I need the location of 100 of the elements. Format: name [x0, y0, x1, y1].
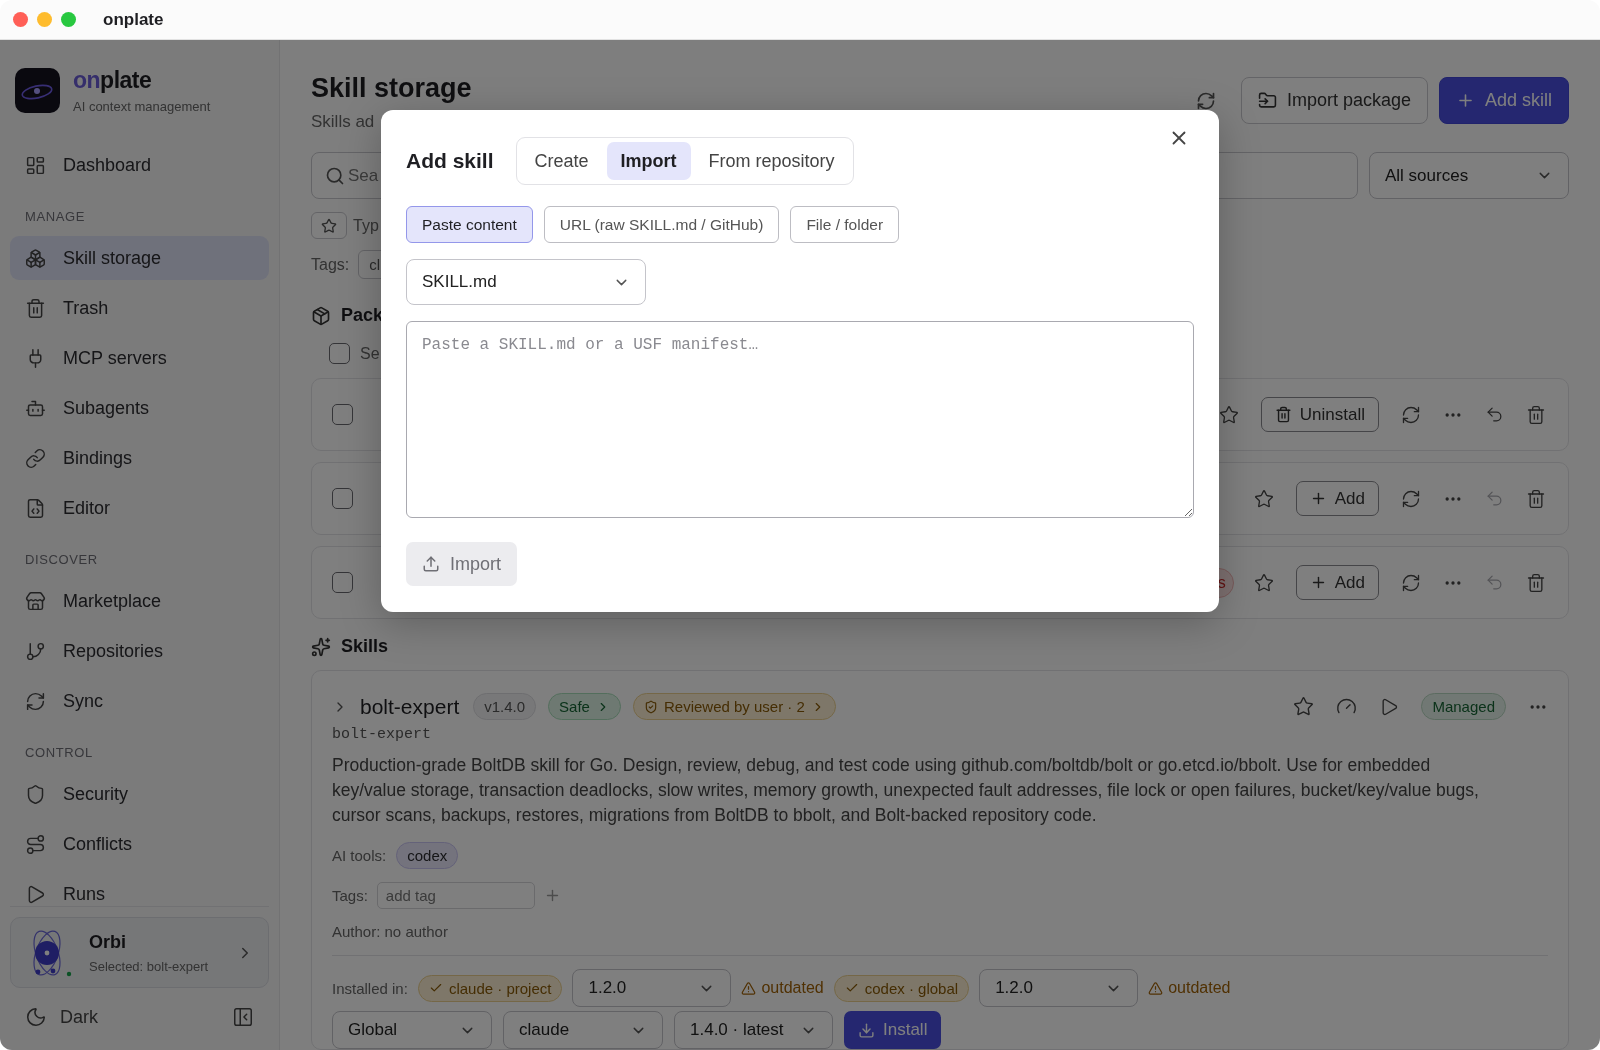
sidebar-item[interactable]: Editor: [10, 486, 269, 530]
sidebar-item[interactable]: Runs: [10, 872, 269, 906]
source-option[interactable]: URL (raw SKILL.md / GitHub): [543, 206, 780, 243]
trash-icon: [1274, 406, 1292, 423]
add-button[interactable]: Add: [1295, 565, 1379, 600]
sidebar-item[interactable]: Repositories: [10, 629, 269, 673]
outdated-text: outdated: [1168, 979, 1231, 997]
sidebar-item[interactable]: Bindings: [10, 436, 269, 480]
review-badge[interactable]: Reviewed by user · 2: [632, 693, 836, 720]
shield-check-icon: [643, 699, 658, 714]
star-icon[interactable]: [1218, 404, 1239, 425]
install-target-chip: codex · global: [833, 974, 970, 1002]
package-icon: [311, 305, 331, 326]
source-option[interactable]: File / folder: [790, 206, 900, 243]
sync-icon[interactable]: [1401, 488, 1421, 509]
section-title: Skills: [341, 636, 389, 657]
folder-icon: [1257, 91, 1277, 110]
sync-icon[interactable]: [1401, 404, 1421, 425]
row-checkbox[interactable]: [332, 488, 353, 509]
source-option[interactable]: Paste content: [406, 206, 533, 243]
assistant-name: Orbi: [89, 931, 127, 953]
import-package-button[interactable]: Import package: [1240, 77, 1428, 124]
close-window-button[interactable]: [13, 12, 28, 27]
uninstall-button[interactable]: Uninstall: [1260, 397, 1379, 432]
sidebar-item[interactable]: Marketplace: [10, 579, 269, 623]
window-title: onplate: [103, 9, 164, 30]
tags-label: Tags:: [332, 887, 368, 904]
theme-toggle[interactable]: Dark: [25, 1006, 98, 1028]
source-select[interactable]: All sources: [1369, 152, 1569, 199]
branch-icon: [25, 640, 46, 662]
star-icon: [321, 217, 337, 234]
version-select[interactable]: 1.2.0: [572, 969, 732, 1007]
sparkles-icon: [311, 636, 331, 657]
trash-icon[interactable]: [1526, 488, 1546, 509]
check-icon: [844, 981, 859, 995]
tab[interactable]: Create: [520, 142, 603, 180]
tag-input[interactable]: add tag: [376, 882, 535, 909]
author-text: Author: no author: [332, 923, 448, 940]
cubes-icon: [25, 247, 46, 269]
moon-icon: [25, 1006, 47, 1028]
type-label: Typ: [353, 216, 379, 235]
version-select[interactable]: 1.2.0: [979, 969, 1139, 1007]
file-code-icon: [25, 497, 46, 519]
add-button[interactable]: Add: [1295, 481, 1379, 516]
tool-chip: codex: [396, 842, 459, 869]
sidebar-item[interactable]: MCP servers: [10, 336, 269, 380]
sync-icon[interactable]: [1401, 572, 1421, 593]
row-checkbox[interactable]: [332, 404, 353, 425]
status-badge: Managed: [1421, 693, 1506, 720]
sidebar-item[interactable]: Sync: [10, 679, 269, 723]
sidebar-item[interactable]: Conflicts: [10, 822, 269, 866]
scope-select[interactable]: Global: [332, 1011, 492, 1049]
sidebar-item[interactable]: Dashboard: [10, 143, 269, 187]
route-icon: [25, 833, 46, 855]
trash-icon[interactable]: [1526, 404, 1546, 425]
undo-icon[interactable]: [1485, 405, 1504, 424]
skill-slug: bolt-expert: [332, 726, 433, 743]
skill-description: Production-grade BoltDB skill for Go. Design, review, debug, and test code using github.com/boltdb/bolt or go.etcd.io/bbolt. Use for embedded key/value storage, transaction deadlocks, slow writes, memory growth, unexpected fault addresses, file lock or open failures, bucket/key/value bugs, cursor scans, backups, restores, migrations from BoltDB to bbolt, and Bolt-backed repository code.: [332, 754, 1480, 827]
dialog-title: Add skill: [406, 149, 494, 173]
link-icon: [25, 447, 46, 469]
star-icon[interactable]: [1253, 488, 1274, 509]
select-all-label: Se: [360, 344, 380, 363]
safety-badge[interactable]: Safe: [548, 693, 621, 720]
store-icon: [25, 590, 46, 612]
sidebar-item[interactable]: Trash: [10, 286, 269, 330]
tags-label: Tags:: [311, 255, 350, 274]
sidebar-item[interactable]: Subagents: [10, 386, 269, 430]
select-all-checkbox[interactable]: [329, 343, 350, 364]
sidebar-item[interactable]: Skill storage: [10, 236, 269, 280]
page-subtitle: Skills ad: [311, 112, 376, 132]
version-badge: v1.4.0: [473, 693, 537, 720]
page-title: Skill storage: [311, 73, 472, 103]
content-textarea[interactable]: Paste a SKILL.md or a USF manifest…: [406, 321, 1194, 518]
install-button[interactable]: Install: [844, 1011, 942, 1049]
row-checkbox[interactable]: [332, 572, 353, 593]
star-icon[interactable]: [1253, 572, 1274, 593]
warning-icon: [1148, 980, 1164, 996]
section-heading: DISCOVER: [24, 551, 99, 569]
version-select[interactable]: 1.4.0 · latest: [674, 1011, 833, 1049]
outdated-text: outdated: [761, 979, 824, 997]
refresh-icon[interactable]: [1195, 90, 1216, 111]
app-tagline: AI context management: [73, 99, 211, 114]
section-heading: MANAGE: [24, 208, 86, 226]
trash-icon[interactable]: [1526, 572, 1546, 593]
ai-tools-label: AI tools:: [332, 847, 387, 864]
section-heading: CONTROL: [24, 744, 94, 762]
tab[interactable]: Import: [606, 142, 691, 180]
star-icon[interactable]: [1293, 696, 1315, 717]
tool-select[interactable]: claude: [503, 1011, 663, 1049]
app-name: onplate: [73, 67, 153, 94]
grid-icon: [25, 154, 46, 176]
favorites-filter-button[interactable]: [311, 212, 347, 239]
section-title: Pack: [341, 305, 384, 326]
format-select[interactable]: SKILL.md: [406, 259, 646, 305]
add-skill-button[interactable]: Add skill: [1438, 77, 1569, 124]
assistant-card[interactable]: Orbi Selected: bolt-expert: [10, 917, 269, 988]
collapse-sidebar-icon[interactable]: [232, 1006, 254, 1028]
sidebar-item[interactable]: Security: [10, 772, 269, 816]
check-icon: [428, 981, 443, 995]
tab[interactable]: From repository: [694, 142, 849, 180]
